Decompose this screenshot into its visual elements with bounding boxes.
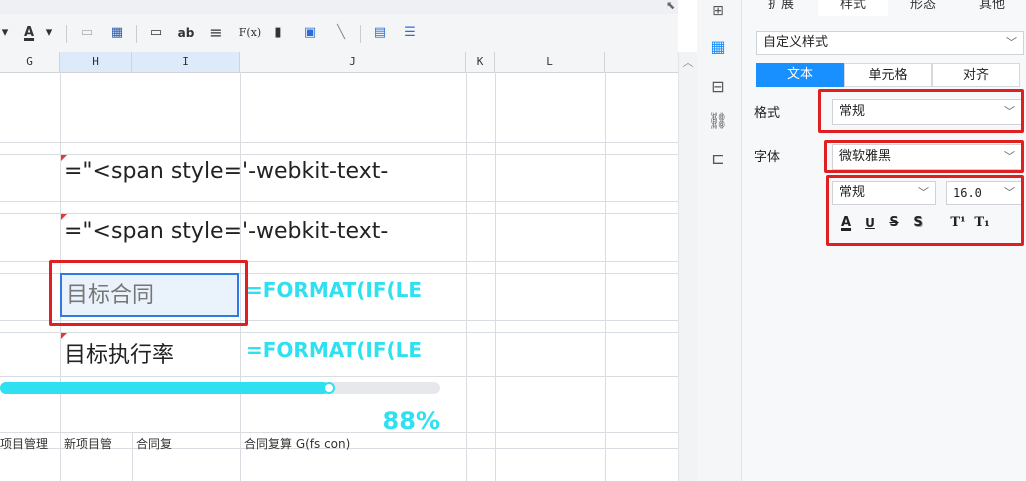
font-label: 字体: [754, 150, 781, 165]
tab-other[interactable]: 其他: [958, 0, 1026, 16]
progress-track: [0, 382, 440, 394]
progress-knob: [323, 382, 335, 394]
vertical-scrollbar[interactable]: ︿: [678, 52, 697, 481]
slash-icon[interactable]: ╲: [332, 23, 350, 43]
tab-form[interactable]: 形态: [888, 0, 958, 16]
tab-extension[interactable]: 扩展: [744, 0, 818, 16]
collapse-toolbar-icon[interactable]: ⬉: [666, 0, 680, 12]
chart-icon[interactable]: ▮: [268, 23, 288, 43]
cell-bottom-3[interactable]: 合同复: [136, 437, 236, 451]
image-icon[interactable]: ▣: [300, 23, 320, 43]
grid-line: [0, 332, 678, 333]
grid-line: [466, 72, 467, 481]
chevron-down-icon: ﹀: [1006, 36, 1017, 49]
form-icon[interactable]: ▤: [370, 23, 390, 43]
style-panel: 扩展 样式 形态 其他 自定义样式 ﹀ 文本 单元格 对齐 格式 常规 ﹀ 字体…: [742, 0, 1026, 481]
style-preset-value: 自定义样式: [763, 35, 829, 50]
grid-line: [0, 213, 678, 214]
column-header-l[interactable]: L: [495, 52, 605, 72]
column-header-h[interactable]: H: [60, 52, 132, 72]
highlight-box-cell: [49, 260, 248, 326]
cell-bottom-2[interactable]: 新项目管: [64, 437, 130, 451]
toolbar-divider: [360, 25, 361, 43]
cell-h6-text[interactable]: 目标执行率: [64, 340, 234, 374]
grid-line: [605, 72, 606, 481]
column-header-k[interactable]: K: [466, 52, 495, 72]
format-label: 格式: [754, 106, 781, 121]
textbox-icon[interactable]: ▭: [146, 23, 166, 43]
segment-align[interactable]: 对齐: [932, 63, 1020, 87]
align-icon[interactable]: ≡: [206, 23, 226, 43]
highlight-box-format: [818, 89, 1024, 133]
formula-icon[interactable]: F(x): [236, 23, 264, 43]
cell-h4-formula[interactable]: ="<span style='-webkit-text-: [64, 216, 464, 250]
highlight-box-font: [824, 140, 1024, 173]
style-preset-select[interactable]: 自定义样式 ﹀: [756, 31, 1024, 55]
cell-property-icon[interactable]: ▦: [707, 36, 729, 58]
column-header-j[interactable]: J: [240, 52, 466, 72]
link-icon[interactable]: ⛓: [707, 110, 729, 132]
comment-marker: [61, 333, 67, 339]
toolbar-divider: [66, 25, 67, 43]
top-strip: [0, 0, 678, 14]
table-icon[interactable]: ▦: [108, 23, 126, 43]
cell-j5-formula[interactable]: =FORMAT(IF(LE: [246, 276, 464, 322]
grid-line: [495, 72, 496, 481]
column-header-i[interactable]: I: [132, 52, 240, 72]
grid-line: [132, 432, 133, 481]
segment-text[interactable]: 文本: [756, 63, 844, 87]
cell-bottom-1[interactable]: 项目管理: [0, 437, 60, 451]
column-header-g[interactable]: G: [0, 52, 60, 72]
segment-cell[interactable]: 单元格: [844, 63, 932, 87]
tab-style[interactable]: 样式: [818, 0, 888, 16]
dropdown-caret-icon[interactable]: ▾: [0, 23, 10, 43]
grid-line: [0, 154, 678, 155]
property-icon-rail: ⊞ ▦ ⊟ ⛓ ⊏: [697, 0, 742, 481]
spreadsheet: ▾ A ▾ ▭ ▦ ▭ ab ≡ F(x) ▮ ▣ ╲ ▤ ☰ G H I J …: [0, 0, 678, 481]
widget-icon[interactable]: ⊟: [707, 76, 729, 98]
tree-icon[interactable]: ⊏: [707, 148, 729, 170]
cell-j6-formula[interactable]: =FORMAT(IF(LE: [246, 336, 464, 374]
progress-fill: [0, 382, 329, 394]
scroll-up-icon[interactable]: ︿: [681, 54, 695, 70]
highlight-box-font-style: [826, 175, 1024, 246]
ab-text-icon[interactable]: ab: [176, 23, 196, 43]
progress-percent-label: 88%: [382, 407, 440, 435]
layout-icon[interactable]: ⊞: [707, 0, 729, 22]
cell-bottom-4[interactable]: 合同复算 G(fs con): [244, 437, 464, 451]
list-icon[interactable]: ☰: [400, 23, 420, 43]
font-color-dropdown-icon[interactable]: ▾: [44, 23, 54, 43]
font-color-button[interactable]: A: [21, 23, 37, 43]
toolbar-divider: [136, 25, 137, 43]
grid-line: [0, 201, 678, 202]
grid-line: [0, 376, 678, 377]
merge-cells-icon[interactable]: ▭: [78, 23, 96, 43]
grid-line: [0, 142, 678, 143]
grid-line: [0, 432, 678, 433]
cell-h3-formula[interactable]: ="<span style='-webkit-text-: [64, 156, 464, 190]
